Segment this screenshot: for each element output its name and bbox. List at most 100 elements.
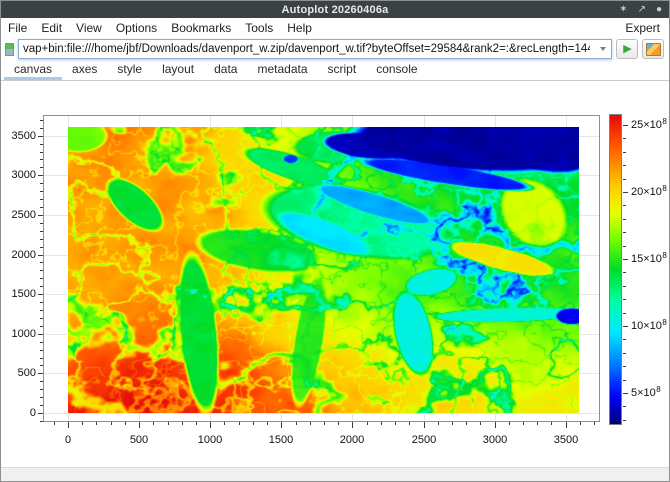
colorbar-tick [623,259,628,260]
y-axis-tick [38,175,43,176]
colorbar-minor-tick [623,138,626,139]
y-axis-tick-label: 2000 [1,249,36,261]
y-axis-tick-label: 3000 [1,169,36,181]
tab-data[interactable]: data [204,59,247,80]
y-axis-minor-tick [40,365,43,366]
shade-icon[interactable]: ✶ [619,5,627,15]
y-axis-tick-label: 3500 [1,130,36,142]
y-axis-tick-label: 1000 [1,328,36,340]
expert-mode-label[interactable]: Expert [625,21,669,35]
tab-layout[interactable]: layout [152,59,204,80]
y-axis-tick [38,255,43,256]
y-axis-minor-tick [40,183,43,184]
plot-frame [43,115,600,422]
y-axis-minor-tick [40,239,43,240]
x-axis-tick [566,422,567,428]
go-button[interactable]: ▶ [616,39,638,59]
x-axis-minor-tick [338,422,339,425]
x-axis-tick-label: 3000 [470,434,520,446]
colorbar-minor-tick [623,353,626,354]
close-icon[interactable]: ● [656,5,662,15]
tab-style[interactable]: style [107,59,152,80]
x-axis-minor-tick [395,422,396,425]
colorbar[interactable] [609,114,622,425]
colorbar-tick [623,192,628,193]
colorbar-minor-tick [623,313,626,314]
y-axis-minor-tick [40,262,43,263]
y-axis-minor-tick [40,270,43,271]
y-axis-minor-tick [40,231,43,232]
menu-item-edit[interactable]: Edit [34,19,69,37]
colorbar-minor-tick [623,380,626,381]
x-axis-minor-tick [438,422,439,425]
menu-item-view[interactable]: View [69,19,109,37]
tab-axes[interactable]: axes [62,59,107,80]
x-axis-minor-tick [523,422,524,425]
tab-script[interactable]: script [318,59,367,80]
x-axis-minor-tick [267,422,268,425]
colorbar-tick [623,125,628,126]
menu-item-tools[interactable]: Tools [238,19,280,37]
x-axis-minor-tick [367,422,368,425]
y-axis-minor-tick [40,397,43,398]
x-axis-tick [352,422,353,428]
menu-item-file[interactable]: File [1,19,34,37]
y-axis-minor-tick [40,144,43,145]
menu-item-bookmarks[interactable]: Bookmarks [164,19,238,37]
y-axis-minor-tick [40,350,43,351]
x-axis-minor-tick [182,422,183,425]
colorbar-minor-tick [623,420,626,421]
colorbar-minor-tick [623,152,626,153]
y-axis-tick-label: 0 [1,407,36,419]
colorbar-minor-tick [623,406,626,407]
colorbar-minor-tick [623,286,626,287]
tab-metadata[interactable]: metadata [247,59,317,80]
x-axis-minor-tick [253,422,254,425]
x-axis-minor-tick [82,422,83,425]
file-browse-icon [646,43,661,56]
menu-item-help[interactable]: Help [280,19,319,37]
y-axis-minor-tick [40,389,43,390]
x-axis-minor-tick [509,422,510,425]
colorbar-tick [623,393,628,394]
y-axis-minor-tick [40,207,43,208]
x-axis-tick-label: 3500 [541,434,591,446]
x-axis-minor-tick [324,422,325,425]
x-axis-minor-tick [196,422,197,425]
tab-canvas[interactable]: canvas [4,59,62,80]
x-axis-tick [68,422,69,428]
x-axis-minor-tick [537,422,538,425]
x-axis-minor-tick [466,422,467,425]
x-axis-tick-label: 500 [114,434,164,446]
autoplot-window: Autoplot 20260406a ✶↗● FileEditViewOptio… [0,0,670,482]
colorbar-minor-tick [623,205,626,206]
y-axis-tick-label: 1500 [1,288,36,300]
y-axis-tick-label: 2500 [1,209,36,221]
x-axis-minor-tick [239,422,240,425]
x-axis-tick [281,422,282,428]
y-axis-minor-tick [40,167,43,168]
x-axis-minor-tick [480,422,481,425]
uri-combobox [18,39,612,59]
inspect-button[interactable] [642,39,664,59]
y-axis-tick [38,294,43,295]
x-axis-minor-tick [594,422,595,425]
x-axis-minor-tick [125,422,126,425]
titlebar[interactable]: Autoplot 20260406a ✶↗● [1,1,669,18]
y-axis-tick [38,334,43,335]
y-axis-minor-tick [40,326,43,327]
tab-console[interactable]: console [366,59,427,80]
y-axis-minor-tick [40,128,43,129]
tabbar: canvasaxesstylelayoutdatametadatascriptc… [1,60,669,81]
y-axis-minor-tick [40,318,43,319]
x-axis-minor-tick [111,422,112,425]
x-axis-minor-tick [168,422,169,425]
x-axis-tick-label: 1500 [256,434,306,446]
uri-input[interactable] [19,40,594,58]
colorbar-tick-label: 20×108 [631,186,667,198]
menu-item-options[interactable]: Options [109,19,164,37]
maximize-icon[interactable]: ↗ [638,5,646,15]
colorbar-minor-tick [623,272,626,273]
y-axis-minor-tick [40,286,43,287]
chevron-down-icon[interactable] [594,40,611,58]
